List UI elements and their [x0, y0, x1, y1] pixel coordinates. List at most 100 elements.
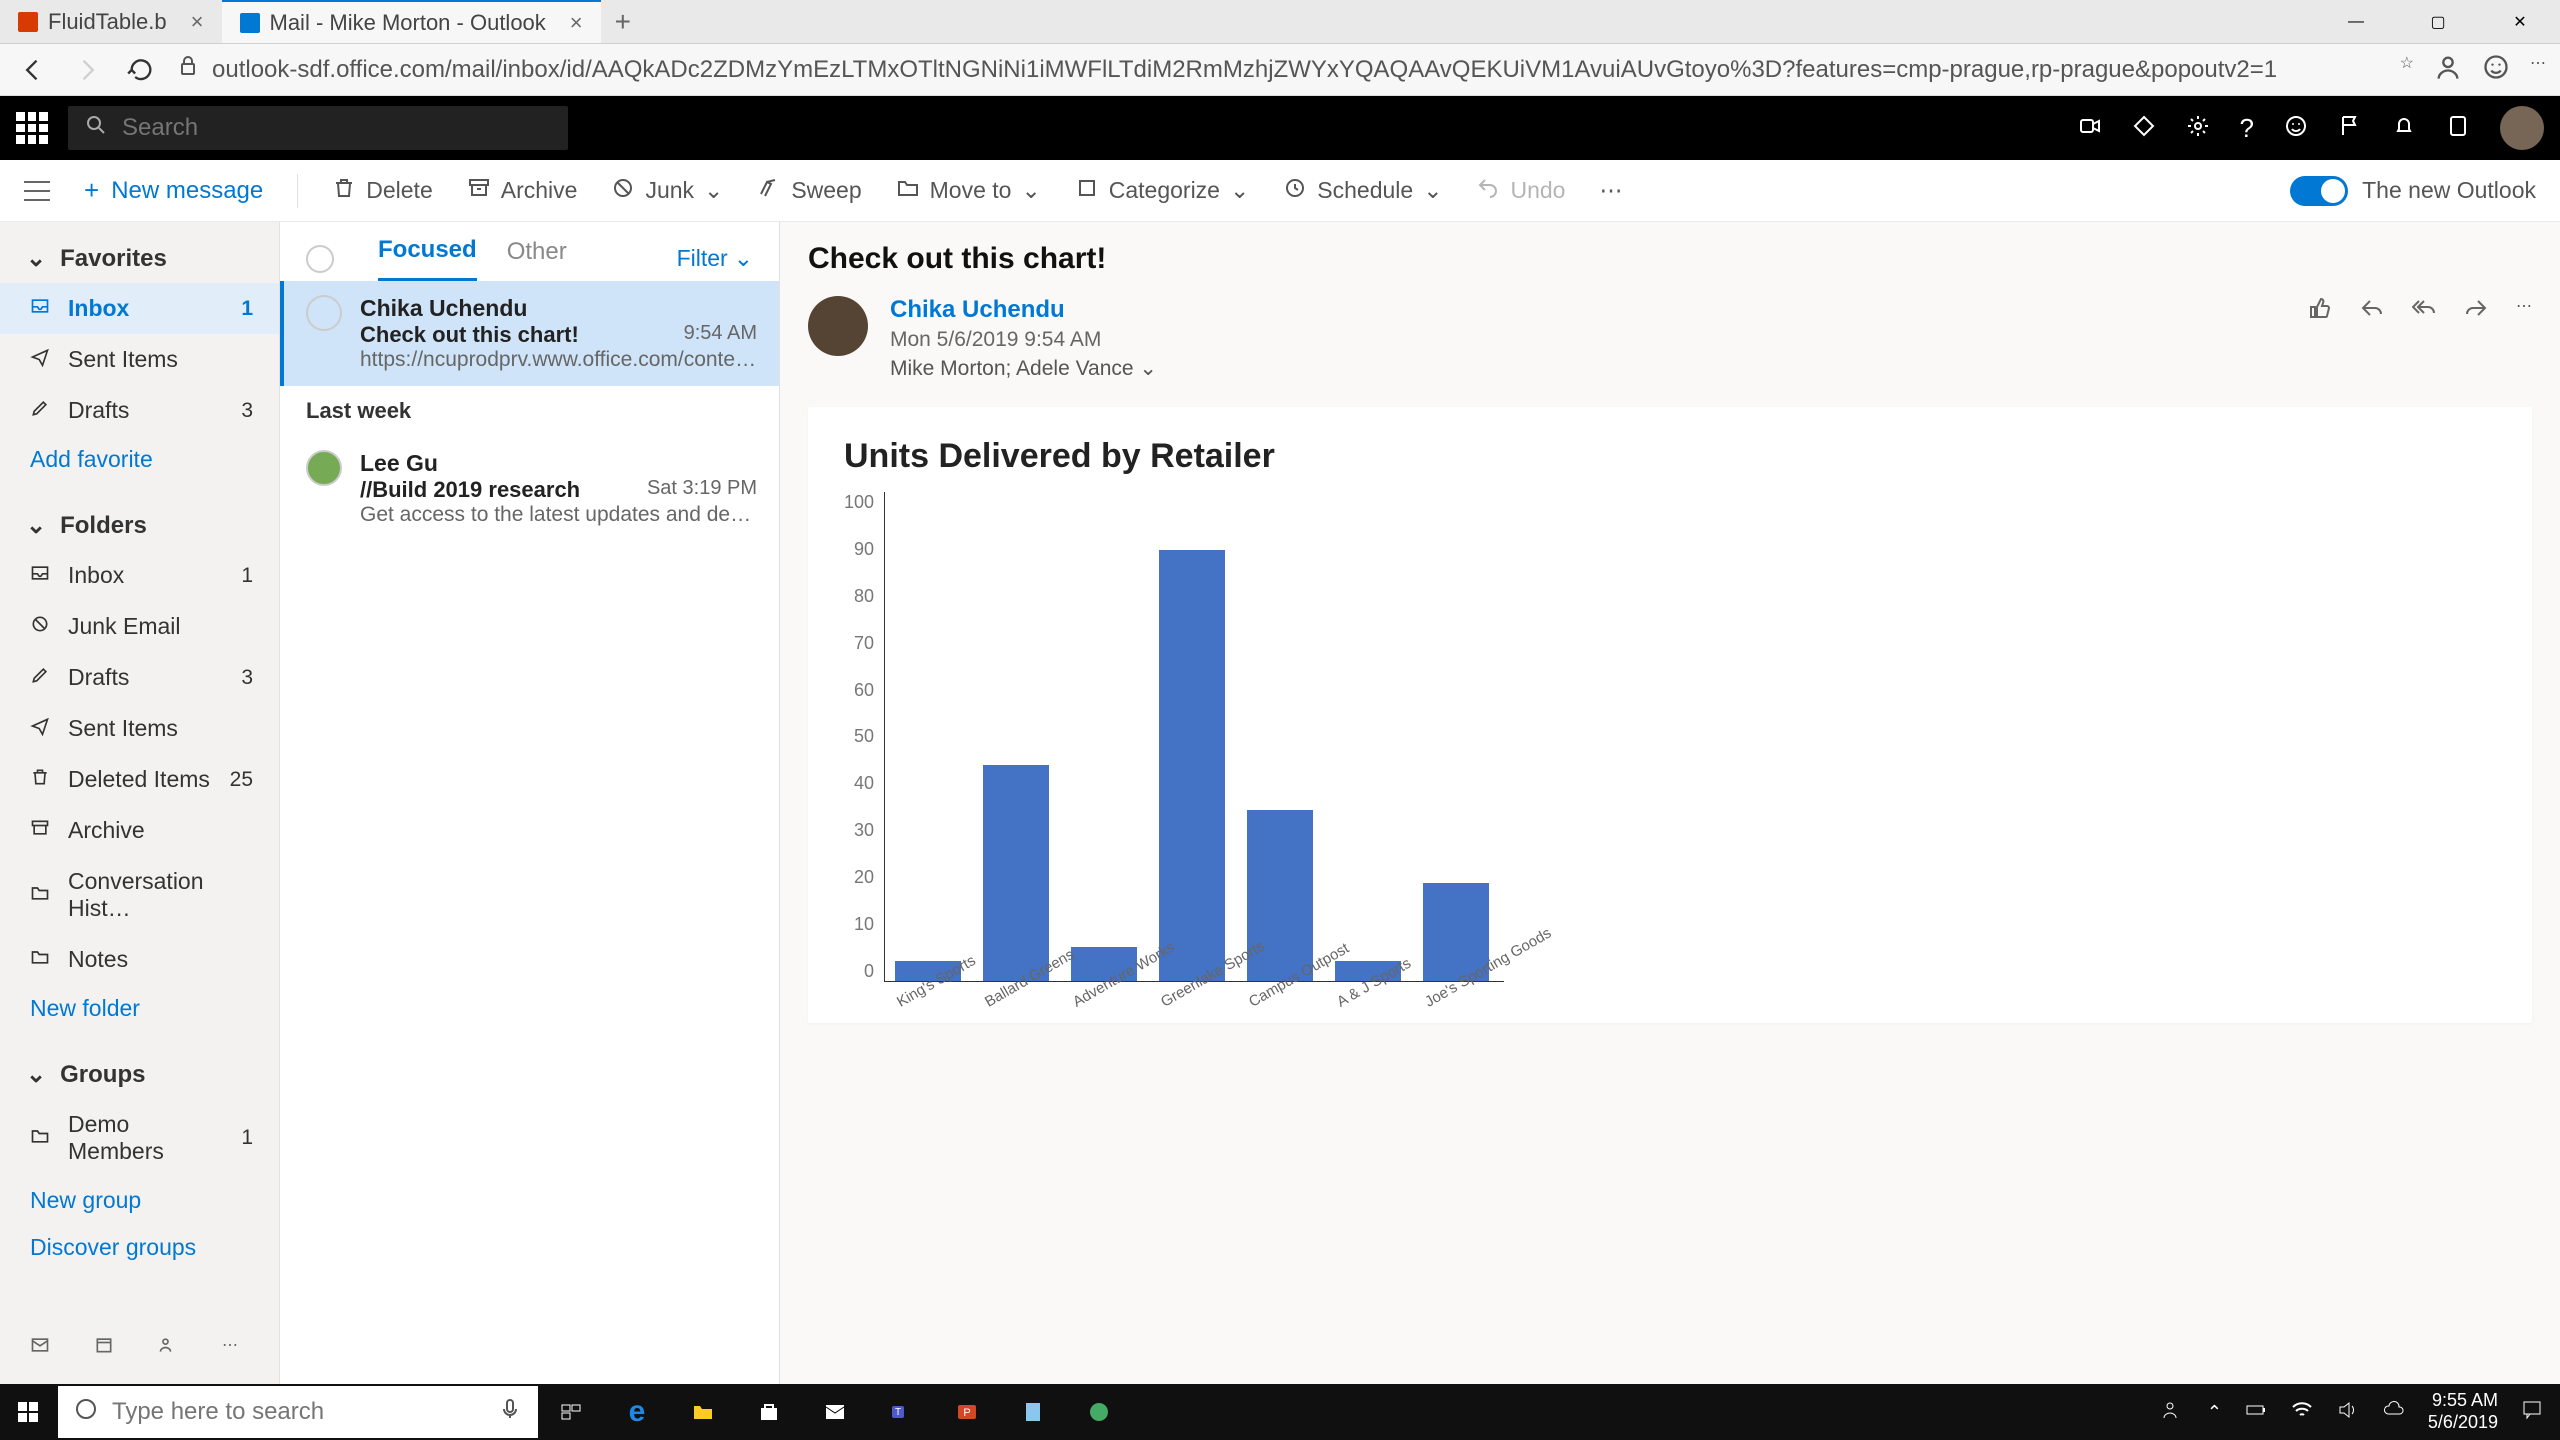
app-icon[interactable] — [1066, 1384, 1132, 1440]
powerpoint-icon[interactable]: P — [934, 1384, 1000, 1440]
taskbar-search-input[interactable] — [112, 1398, 484, 1426]
folder-icon — [30, 882, 50, 909]
reply-all-icon[interactable] — [2412, 296, 2436, 325]
count-badge: 1 — [241, 564, 253, 588]
reply-icon[interactable] — [2360, 296, 2384, 325]
address-bar[interactable]: outlook-sdf.office.com/mail/inbox/id/AAQ… — [176, 54, 2384, 85]
message-item[interactable]: Chika UchenduCheck out this chart!9:54 A… — [280, 281, 779, 386]
volume-icon[interactable] — [2336, 1398, 2360, 1427]
more-icon[interactable]: ⋯ — [2530, 53, 2546, 86]
flag-icon[interactable] — [2338, 114, 2362, 143]
folder-sent-items[interactable]: Sent Items — [0, 334, 279, 385]
folder-archive[interactable]: Archive — [0, 805, 279, 856]
notepad-icon[interactable] — [1000, 1384, 1066, 1440]
refresh-button[interactable] — [122, 51, 160, 89]
feedback-icon[interactable] — [2482, 53, 2510, 86]
avatar[interactable] — [2500, 106, 2544, 150]
profile-icon[interactable] — [2434, 53, 2462, 86]
battery-icon[interactable] — [2244, 1398, 2268, 1427]
groups-section-header[interactable]: ⌄Groups — [0, 1050, 279, 1099]
close-icon[interactable]: × — [570, 10, 583, 36]
archive-button[interactable]: Archive — [467, 176, 578, 206]
taskbar-search[interactable] — [58, 1386, 538, 1438]
folder-demo-members[interactable]: Demo Members1 — [0, 1099, 279, 1177]
calendar-module-icon[interactable] — [94, 1335, 114, 1360]
browser-tab-fluidtable[interactable]: FluidTable.b × — [0, 0, 222, 43]
back-button[interactable] — [14, 51, 52, 89]
teams-icon[interactable]: T — [868, 1384, 934, 1440]
undo-button[interactable]: Undo — [1476, 176, 1565, 206]
url-text: outlook-sdf.office.com/mail/inbox/id/AAQ… — [212, 56, 2277, 84]
add-favorite-link[interactable]: Add favorite — [0, 436, 279, 483]
close-window-button[interactable]: ✕ — [2480, 0, 2560, 44]
like-icon[interactable] — [2308, 296, 2332, 325]
folder-label: Conversation Hist… — [68, 868, 253, 922]
help-icon[interactable]: ? — [2240, 113, 2254, 144]
chevron-down-icon[interactable]: ⌄ — [1139, 357, 1157, 380]
junk-button[interactable]: Junk⌄ — [611, 176, 723, 206]
edge-icon[interactable]: e — [604, 1384, 670, 1440]
diamond-icon[interactable] — [2132, 114, 2156, 143]
folders-section-header[interactable]: ⌄Folders — [0, 501, 279, 550]
filter-button[interactable]: Filter⌄ — [677, 245, 753, 272]
more-actions-icon[interactable]: ⋯ — [2516, 296, 2532, 325]
minimize-button[interactable]: — — [2316, 0, 2396, 44]
close-icon[interactable]: × — [191, 9, 204, 35]
forward-icon[interactable] — [2464, 296, 2488, 325]
select-all-checkbox[interactable] — [306, 245, 334, 273]
nav-toggle-icon[interactable] — [24, 181, 50, 201]
more-modules-icon[interactable]: ⋯ — [222, 1335, 238, 1360]
tab-focused[interactable]: Focused — [378, 236, 477, 281]
folder-sent-items[interactable]: Sent Items — [0, 703, 279, 754]
settings-icon[interactable] — [2186, 114, 2210, 143]
browser-tab-outlook[interactable]: Mail - Mike Morton - Outlook × — [222, 0, 601, 43]
new-folder-link[interactable]: New folder — [0, 985, 279, 1032]
start-button[interactable] — [0, 1384, 56, 1440]
people-module-icon[interactable] — [158, 1335, 178, 1360]
discover-groups-link[interactable]: Discover groups — [0, 1224, 279, 1271]
notifications-icon[interactable] — [2392, 114, 2416, 143]
favorite-icon[interactable]: ☆ — [2400, 53, 2414, 86]
folder-conversation-hist…[interactable]: Conversation Hist… — [0, 856, 279, 934]
search-input[interactable] — [122, 114, 552, 142]
mic-icon[interactable] — [498, 1397, 522, 1428]
tray-chevron-up-icon[interactable]: ⌃ — [2207, 1402, 2222, 1423]
wifi-icon[interactable] — [2290, 1398, 2314, 1427]
meet-now-icon[interactable] — [2078, 114, 2102, 143]
feedback-icon[interactable] — [2284, 114, 2308, 143]
tab-other[interactable]: Other — [507, 238, 567, 280]
more-commands-button[interactable]: ⋯ — [1599, 177, 1622, 204]
new-message-button[interactable]: +New message — [84, 175, 263, 206]
mail-module-icon[interactable] — [30, 1335, 50, 1360]
taskbar-clock[interactable]: 9:55 AM 5/6/2019 — [2428, 1390, 2498, 1433]
folder-inbox[interactable]: Inbox1 — [0, 283, 279, 334]
new-outlook-toggle[interactable] — [2290, 176, 2348, 206]
folder-drafts[interactable]: Drafts3 — [0, 652, 279, 703]
maximize-button[interactable]: ▢ — [2398, 0, 2478, 44]
folder-junk-email[interactable]: Junk Email — [0, 601, 279, 652]
file-explorer-icon[interactable] — [670, 1384, 736, 1440]
schedule-button[interactable]: Schedule⌄ — [1283, 176, 1442, 206]
message-item[interactable]: Lee Gu//Build 2019 researchSat 3:19 PMGe… — [280, 436, 779, 541]
action-center-icon[interactable] — [2520, 1398, 2544, 1427]
moveto-button[interactable]: Move to⌄ — [896, 176, 1041, 206]
new-group-link[interactable]: New group — [0, 1177, 279, 1224]
sweep-button[interactable]: Sweep — [757, 176, 861, 206]
new-tab-button[interactable]: + — [601, 6, 645, 38]
whatsnew-icon[interactable] — [2446, 114, 2470, 143]
forward-button[interactable] — [68, 51, 106, 89]
favorites-section-header[interactable]: ⌄Favorites — [0, 234, 279, 283]
task-view-icon[interactable] — [538, 1384, 604, 1440]
people-tray-icon[interactable] — [2161, 1398, 2185, 1427]
folder-drafts[interactable]: Drafts3 — [0, 385, 279, 436]
folder-notes[interactable]: Notes — [0, 934, 279, 985]
mail-app-icon[interactable] — [802, 1384, 868, 1440]
folder-inbox[interactable]: Inbox1 — [0, 550, 279, 601]
onedrive-icon[interactable] — [2382, 1398, 2406, 1427]
delete-button[interactable]: Delete — [332, 176, 432, 206]
categorize-button[interactable]: Categorize⌄ — [1075, 176, 1250, 206]
search-box[interactable] — [68, 106, 568, 150]
folder-deleted-items[interactable]: Deleted Items25 — [0, 754, 279, 805]
app-launcher-icon[interactable] — [16, 112, 48, 144]
store-icon[interactable] — [736, 1384, 802, 1440]
